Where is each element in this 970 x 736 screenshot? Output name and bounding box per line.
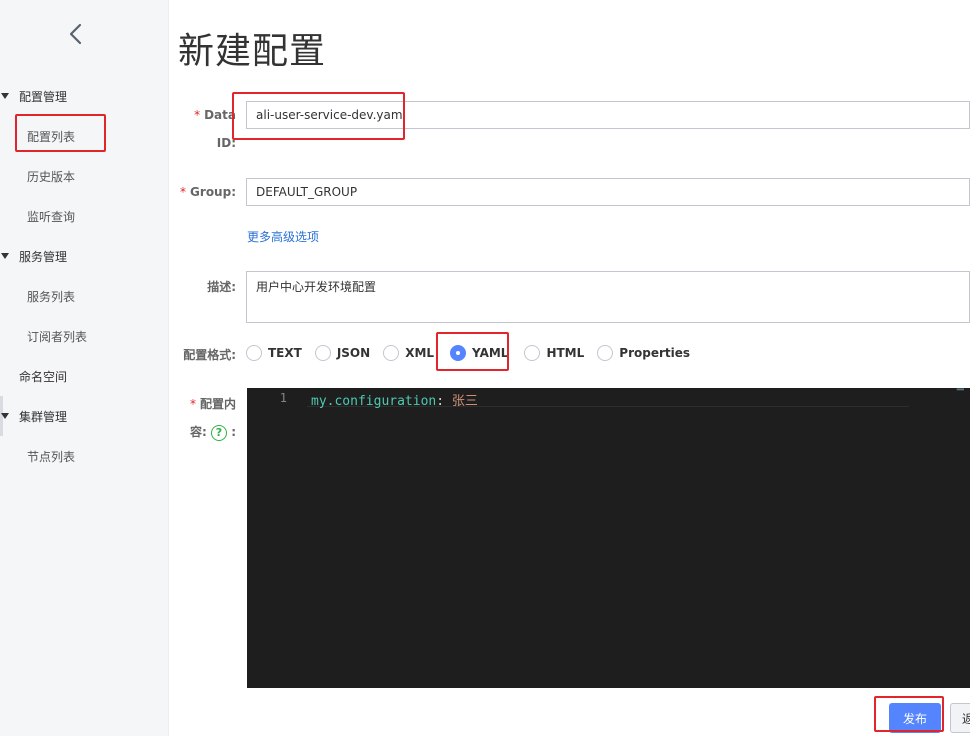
sidebar-group-label: 配置管理: [19, 89, 68, 104]
data-id-label: * Data: [194, 108, 236, 122]
sidebar-item-config-list[interactable]: 配置列表: [0, 116, 169, 156]
radio-circle-checked: [450, 345, 467, 361]
group-label: * Group:: [180, 185, 236, 199]
radio-circle: [314, 345, 331, 361]
yaml-key: my.configuration: [311, 394, 437, 409]
sidebar-group-label: 集群管理: [19, 409, 68, 424]
sidebar-item-service-list[interactable]: 服务列表: [0, 276, 169, 316]
publish-button[interactable]: 发布: [889, 703, 941, 733]
caret-down-icon: [1, 413, 9, 419]
sidebar: 配置管理 配置列表 历史版本 监听查询 服务管理 服务列表 订阅者列表 命名空间…: [0, 0, 169, 736]
data-id-label-cont: ID:: [216, 136, 236, 150]
sidebar-item-label: 配置列表: [27, 129, 76, 144]
sidebar-item-label: 历史版本: [27, 169, 76, 184]
description-label: 描述:: [207, 280, 236, 294]
format-radio-group: TEXT JSON XML YAML HTML Properties: [246, 343, 703, 363]
format-radio-text[interactable]: TEXT: [246, 345, 302, 361]
format-radio-json[interactable]: JSON: [314, 345, 370, 361]
format-label: 配置格式:: [183, 348, 236, 362]
content-label-cont: 容: ? :: [190, 424, 236, 441]
radio-circle: [383, 345, 400, 361]
collapse-sidebar-button[interactable]: [62, 20, 90, 48]
sidebar-group-config-management[interactable]: 配置管理: [0, 76, 169, 116]
format-radio-yaml[interactable]: YAML: [450, 345, 508, 361]
sidebar-item-label: 订阅者列表: [27, 329, 88, 344]
question-circle-icon[interactable]: ?: [211, 424, 227, 441]
data-id-input[interactable]: ali-user-service-dev.yaml: [246, 101, 970, 129]
advanced-options-link[interactable]: 更多高级选项: [247, 228, 319, 245]
description-textarea[interactable]: 用户中心开发环境配置: [246, 271, 970, 323]
yaml-value: 张三: [451, 394, 478, 409]
line-number: 1: [279, 391, 287, 405]
format-radio-xml[interactable]: XML: [383, 345, 434, 361]
sidebar-item-subscriber-list[interactable]: 订阅者列表: [0, 316, 169, 356]
caret-down-icon: [1, 93, 9, 99]
radio-circle: [597, 345, 614, 361]
sidebar-item-label: 监听查询: [27, 209, 76, 224]
format-radio-html[interactable]: HTML: [524, 345, 584, 361]
code-editor[interactable]: 1 my.configuration: 张三 ▬▬: [247, 386, 970, 688]
sidebar-item-namespace[interactable]: 命名空间: [0, 356, 169, 396]
radio-circle: [524, 345, 541, 361]
sidebar-item-node-list[interactable]: 节点列表: [0, 436, 169, 476]
minimap: ▬▬: [956, 386, 964, 393]
page-title: 新建配置: [178, 31, 327, 72]
code-line: my.configuration: 张三: [311, 390, 478, 409]
sidebar-group-cluster-management[interactable]: 集群管理: [0, 396, 169, 436]
sidebar-group-label: 服务管理: [19, 249, 68, 264]
caret-down-icon: [1, 253, 9, 259]
sidebar-item-label: 节点列表: [27, 449, 76, 464]
group-input[interactable]: DEFAULT_GROUP: [246, 178, 970, 206]
format-radio-properties[interactable]: Properties: [597, 345, 690, 361]
content-label: * 配置内: [189, 397, 236, 411]
sidebar-item-label: 服务列表: [27, 289, 76, 304]
yaml-colon: :: [436, 394, 445, 409]
chevron-left-icon: [69, 23, 82, 45]
back-button[interactable]: 返: [950, 703, 970, 733]
radio-circle: [246, 345, 262, 361]
sidebar-item-listener-query[interactable]: 监听查询: [0, 196, 169, 236]
sidebar-group-label: 命名空间: [19, 369, 68, 384]
sidebar-item-history[interactable]: 历史版本: [0, 156, 169, 196]
sidebar-group-service-management[interactable]: 服务管理: [0, 236, 169, 276]
